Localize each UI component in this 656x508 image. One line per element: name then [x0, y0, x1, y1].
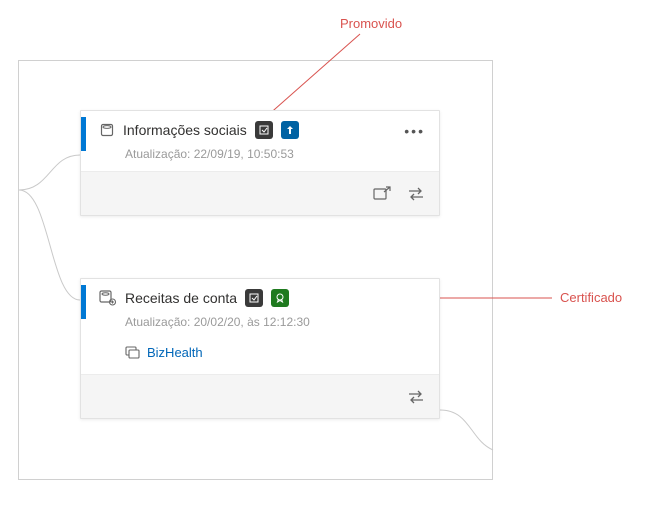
swap-icon[interactable] [407, 390, 425, 404]
dataflow-icon [99, 290, 117, 306]
card-subtitle: Atualização: 22/09/19, 10:50:53 [81, 143, 439, 171]
sensitivity-badge-icon [245, 289, 263, 307]
share-icon[interactable] [373, 186, 391, 202]
card-header: Informações sociais ••• [81, 111, 439, 143]
callout-promoted: Promovido [340, 16, 402, 31]
workspace-link[interactable]: BizHealth [147, 345, 203, 360]
sensitivity-badge-icon [255, 121, 273, 139]
related-link-row: BizHealth [81, 339, 439, 374]
certified-badge-icon [271, 289, 289, 307]
callout-certified: Certificado [560, 290, 622, 305]
card-header: Receitas de conta [81, 279, 439, 311]
more-options-button[interactable]: ••• [404, 123, 425, 139]
workspace-icon [125, 346, 141, 360]
card-footer [81, 171, 439, 215]
swap-icon[interactable] [407, 187, 425, 201]
promoted-badge-icon [281, 121, 299, 139]
dataset-icon [99, 122, 115, 138]
lineage-card[interactable]: Receitas de conta Atualização: 20/02/20,… [80, 278, 440, 419]
lineage-card[interactable]: Informações sociais ••• Atualização: 22/… [80, 110, 440, 216]
card-subtitle: Atualização: 20/02/20, às 12:12:30 [81, 311, 439, 339]
card-title: Informações sociais [123, 122, 247, 138]
card-title: Receitas de conta [125, 290, 237, 306]
card-footer [81, 374, 439, 418]
